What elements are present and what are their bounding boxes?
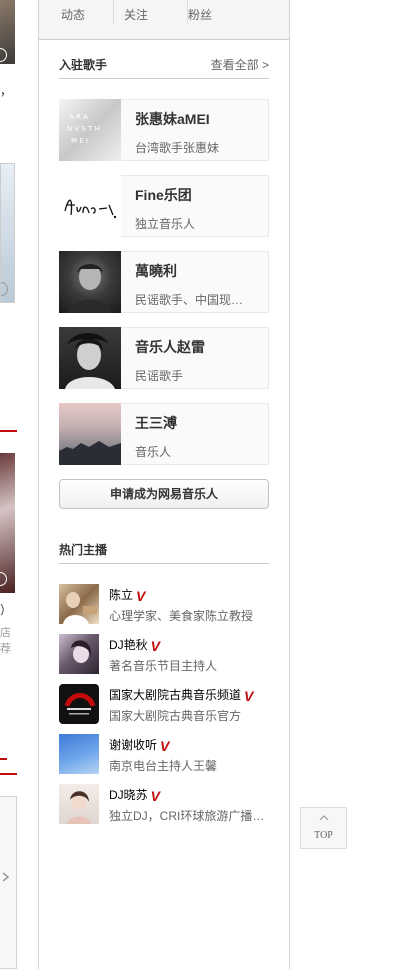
album-art-image: A R A N V S T H M E I xyxy=(67,113,100,145)
dj-name[interactable]: 国家大剧院古典音乐频道 V xyxy=(109,686,253,703)
portrait-image xyxy=(71,640,92,663)
artist-avatar[interactable] xyxy=(59,251,121,313)
chevron-right-icon[interactable] xyxy=(2,872,10,882)
portrait-image xyxy=(69,264,111,313)
artist-desc: 台湾歌手张惠妹 xyxy=(135,141,220,155)
dj-desc: 独立DJ，CRI环球旅游广播… xyxy=(109,809,265,823)
artist-avatar[interactable] xyxy=(59,175,121,237)
playlist-cover-3[interactable] xyxy=(0,453,15,593)
svg-text:A R A: A R A xyxy=(69,113,88,121)
verified-icon: V xyxy=(136,587,146,604)
play-icon[interactable] xyxy=(0,572,7,586)
back-to-top-button[interactable]: TOP xyxy=(300,807,347,849)
verified-icon: V xyxy=(160,737,170,754)
artist-info: 王三溥 音乐人 xyxy=(121,403,269,465)
section-divider xyxy=(0,430,17,432)
stat-events[interactable]: 动态 xyxy=(61,6,85,23)
dj-desc: 南京电台主持人王馨 xyxy=(109,759,218,773)
play-icon[interactable] xyxy=(0,48,7,62)
artist-name[interactable]: 萬曉利 xyxy=(135,261,177,281)
dj-name-text[interactable]: DJ艳秋 xyxy=(109,638,148,652)
portrait-image xyxy=(65,333,115,389)
section-divider xyxy=(0,773,17,775)
back-to-top-label: TOP xyxy=(314,830,333,841)
dj-section-header: 热门主播 xyxy=(59,541,269,564)
dj-name-text[interactable]: DJ晓苏 xyxy=(109,788,148,802)
channel-logo-image xyxy=(64,693,96,715)
artist-name[interactable]: 音乐人赵雷 xyxy=(135,337,205,357)
arrow-fragment xyxy=(0,758,7,760)
artist-item[interactable]: 王三溥 音乐人 xyxy=(59,403,269,465)
artist-name[interactable]: Fine乐团 xyxy=(135,185,192,205)
view-all-link[interactable]: 查看全部 > xyxy=(211,56,269,73)
dj-name-text[interactable]: 谢谢收听 xyxy=(109,738,157,752)
dj-name-text[interactable]: 国家大剧院古典音乐频道 xyxy=(109,688,241,702)
dj-name[interactable]: 谢谢收听 V xyxy=(109,736,169,753)
artist-desc: 独立音乐人 xyxy=(135,217,196,231)
playlist-cover-2[interactable] xyxy=(0,163,15,303)
bottom-panel xyxy=(0,796,17,969)
dj-name[interactable]: DJ艳秋 V xyxy=(109,636,160,653)
signature-logo-image xyxy=(64,199,117,219)
text-fragment: 店 xyxy=(0,627,11,639)
landscape-image xyxy=(59,441,121,465)
artist-info: 张惠妹aMEI 台湾歌手张惠妹 xyxy=(121,99,269,161)
artist-desc: 民谣歌手、中国现… xyxy=(135,293,244,307)
dj-item[interactable]: DJ艳秋 V 著名音乐节目主持人 xyxy=(59,634,271,674)
artist-item[interactable]: 音乐人赵雷 民谣歌手 xyxy=(59,327,269,389)
title-fragment: ） xyxy=(0,603,13,617)
artist-name[interactable]: 张惠妹aMEI xyxy=(135,109,210,129)
right-sidebar: 动态 关注 粉丝 入驻歌手 查看全部 > A R A N V S T H M E… xyxy=(38,0,290,969)
artists-section-header: 入驻歌手 查看全部 > xyxy=(59,56,269,79)
verified-icon: V xyxy=(150,637,161,654)
divider xyxy=(113,0,114,24)
dj-name-text[interactable]: 陈立 xyxy=(109,588,133,602)
dj-item[interactable]: 陈立 V 心理学家、美食家陈立教授 xyxy=(59,584,271,624)
verified-icon: V xyxy=(244,687,254,704)
dj-desc: 国家大剧院古典音乐官方 xyxy=(109,709,242,723)
dj-item[interactable]: 国家大剧院古典音乐频道 V 国家大剧院古典音乐官方 xyxy=(59,684,271,724)
user-stats-bar: 动态 关注 粉丝 xyxy=(39,0,289,40)
portrait-image xyxy=(67,791,91,824)
dj-name[interactable]: DJ晓苏 V xyxy=(109,786,160,803)
artist-avatar[interactable] xyxy=(59,403,121,465)
text-fragment: 荐 xyxy=(0,643,11,655)
dj-avatar[interactable] xyxy=(59,734,99,774)
playlist-cover-1[interactable] xyxy=(0,0,15,64)
artist-item[interactable]: Fine乐团 独立音乐人 xyxy=(59,175,269,237)
apply-musician-button[interactable]: 申请成为网易音乐人 xyxy=(59,479,269,509)
dj-avatar[interactable] xyxy=(59,634,99,674)
section-title: 入驻歌手 xyxy=(59,58,108,72)
section-title: 热门主播 xyxy=(59,543,108,557)
dj-item[interactable]: DJ晓苏 V 独立DJ，CRI环球旅游广播… xyxy=(59,784,271,824)
dj-avatar[interactable] xyxy=(59,584,99,624)
play-icon[interactable] xyxy=(1,282,8,296)
artist-info: Fine乐团 独立音乐人 xyxy=(121,175,269,237)
artist-desc: 民谣歌手 xyxy=(135,369,184,383)
dj-name[interactable]: 陈立 V xyxy=(109,586,145,603)
svg-text:M E I: M E I xyxy=(71,137,88,145)
portrait-image xyxy=(63,592,97,624)
artist-name[interactable]: 王三溥 xyxy=(135,413,177,433)
dj-desc: 心理学家、美食家陈立教授 xyxy=(109,609,254,623)
dj-item[interactable]: 谢谢收听 V 南京电台主持人王馨 xyxy=(59,734,271,774)
dj-desc: 著名音乐节目主持人 xyxy=(109,659,218,673)
left-content-column: ， ） 店 荐 xyxy=(0,0,38,969)
artist-item[interactable]: 萬曉利 民谣歌手、中国现… xyxy=(59,251,269,313)
artist-avatar[interactable] xyxy=(59,327,121,389)
stat-following[interactable]: 关注 xyxy=(124,6,148,23)
chevron-up-icon xyxy=(319,815,329,821)
artist-info: 萬曉利 民谣歌手、中国现… xyxy=(121,251,269,313)
dj-avatar[interactable] xyxy=(59,684,99,724)
title-fragment: ， xyxy=(0,84,13,98)
artist-item[interactable]: A R A N V S T H M E I 张惠妹aMEI 台湾歌手张惠妹 xyxy=(59,99,269,161)
artist-info: 音乐人赵雷 民谣歌手 xyxy=(121,327,269,389)
stat-followers[interactable]: 粉丝 xyxy=(188,6,212,23)
svg-text:N V S T H: N V S T H xyxy=(67,125,100,133)
artist-avatar[interactable]: A R A N V S T H M E I xyxy=(59,99,121,161)
verified-icon: V xyxy=(150,787,161,804)
dj-avatar[interactable] xyxy=(59,784,99,824)
artist-desc: 音乐人 xyxy=(135,445,172,459)
